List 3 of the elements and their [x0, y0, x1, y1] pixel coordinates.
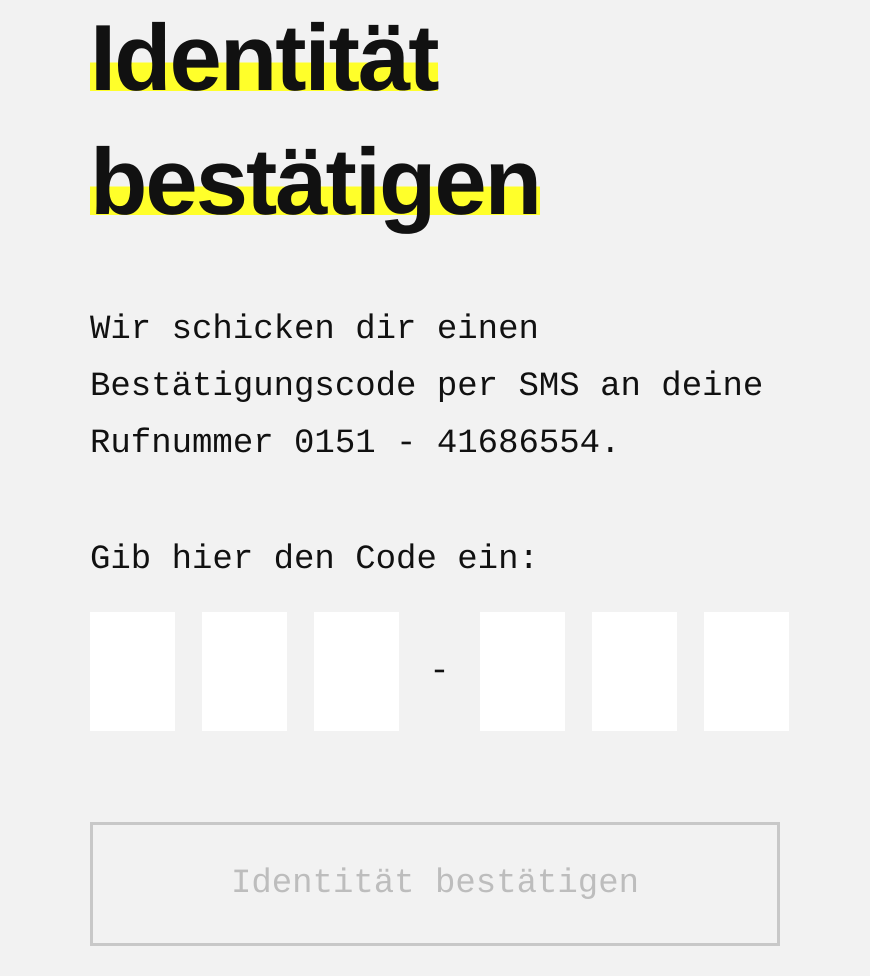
code-separator: -: [428, 652, 451, 690]
code-label: Gib hier den Code ein:: [90, 540, 540, 581]
intro-text: Wir schicken dir einen Bestätigungscode per SMS an deine Rufnummer 0151 - 41686554.: [90, 310, 764, 465]
